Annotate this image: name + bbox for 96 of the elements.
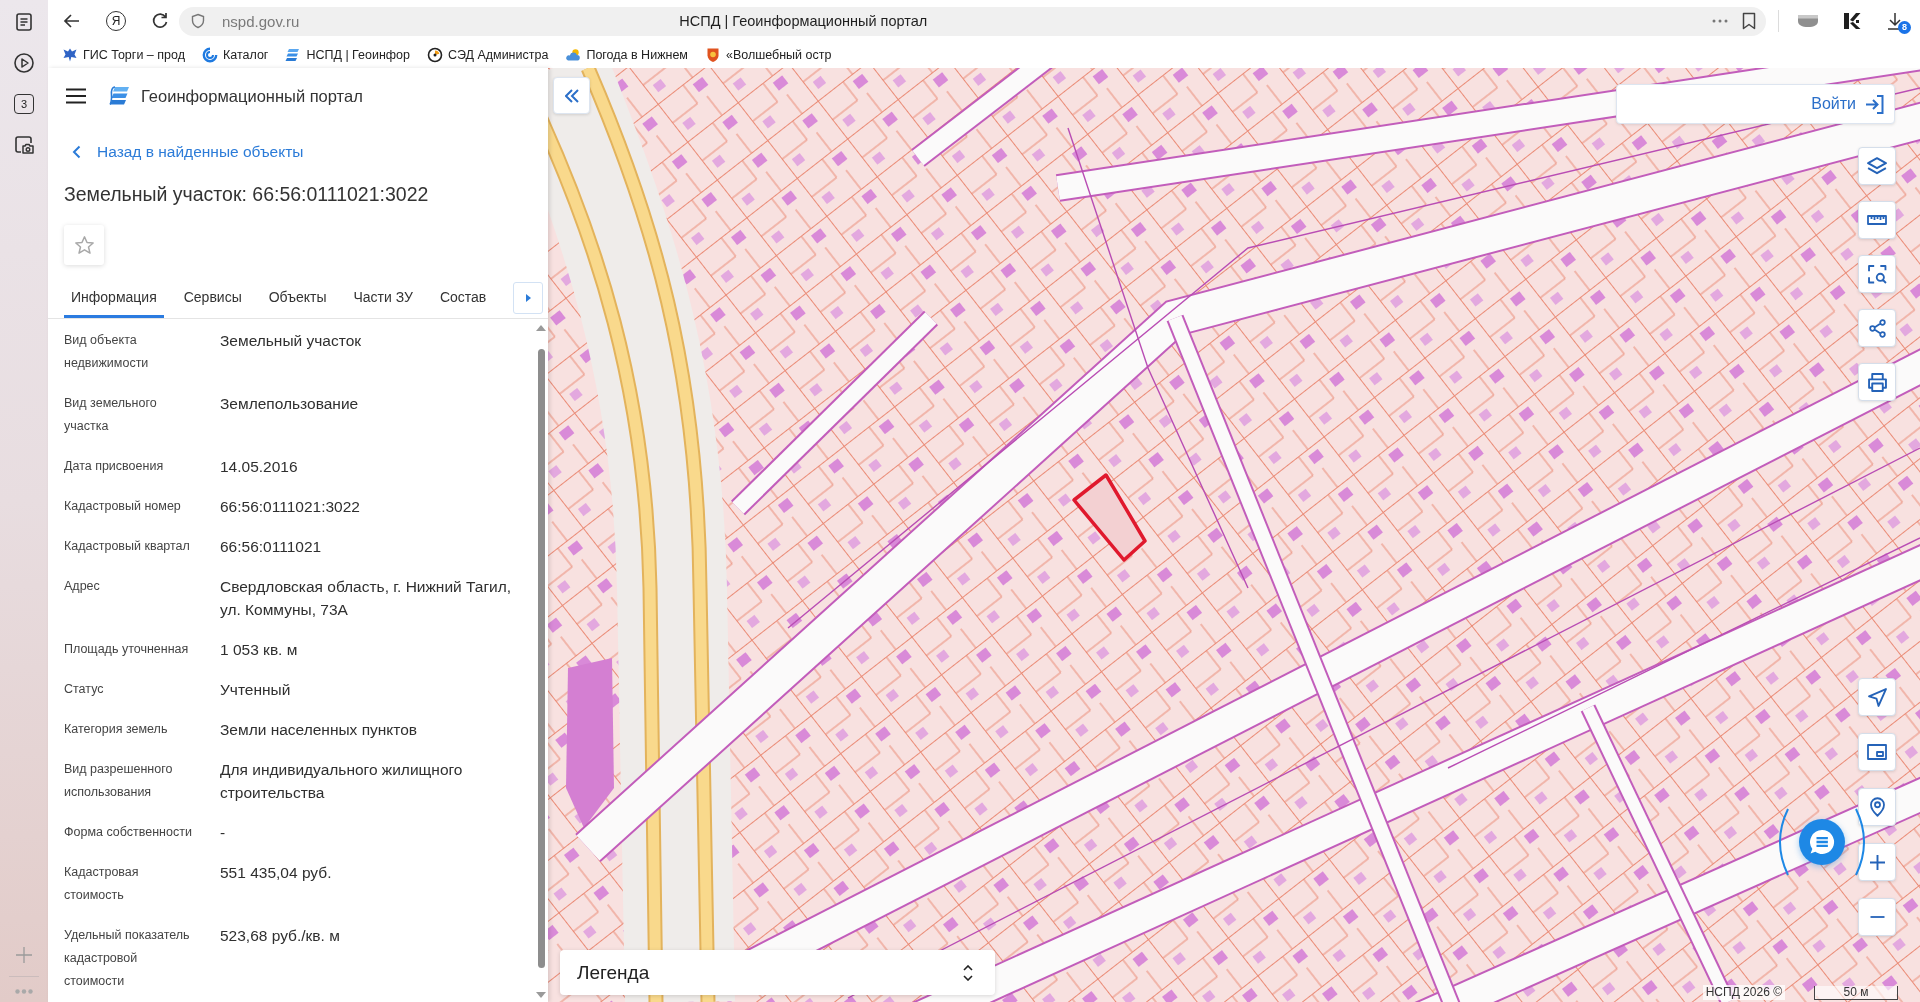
ruler-icon — [1867, 215, 1887, 225]
property-label: Адрес — [64, 578, 100, 595]
property-value: 1 053 кв. м — [220, 640, 298, 660]
area-search-button[interactable] — [1858, 255, 1896, 293]
property-value: 551 435,04 руб. — [220, 863, 332, 883]
property-label: Статус — [64, 681, 104, 698]
bookmark-link[interactable]: Погода в Нижнем — [565, 47, 688, 63]
scrollbar-thumb[interactable] — [537, 349, 545, 968]
print-button[interactable] — [1858, 363, 1896, 401]
property-label: Площадь уточненная — [64, 641, 189, 658]
layers-icon — [1867, 157, 1887, 175]
caret-right-icon — [525, 294, 531, 302]
tab[interactable]: Информация — [64, 278, 164, 318]
bookmark-link[interactable]: НСПД | Геоинфор — [285, 47, 410, 63]
navigation-button[interactable] — [1858, 678, 1896, 716]
bookmark-link[interactable]: «Волшебный остр — [704, 47, 832, 63]
layers-logo-icon — [109, 85, 131, 107]
area-search-icon — [1867, 264, 1887, 284]
back-link[interactable]: Назад в найденные объекты — [64, 141, 304, 163]
ring-icon — [201, 47, 218, 63]
object-heading: Земельный участок: 66:56:0111021:3022 — [64, 182, 429, 207]
downloads-badge: 8 — [1898, 21, 1911, 34]
double-chevron-left-icon — [564, 88, 579, 103]
property-label: Категория земель — [64, 721, 168, 738]
property-label: Кадастровый квартал — [64, 538, 190, 555]
chevron-left-icon — [72, 145, 81, 159]
pages-icon[interactable] — [13, 11, 35, 33]
property-label: Удельный показатель кадастровой стоимости — [64, 927, 191, 990]
layers-button[interactable] — [1858, 147, 1896, 185]
page-title: НСПД | Геоинформационный портал — [679, 13, 928, 29]
tab[interactable]: Сервисы — [176, 278, 249, 318]
navigation-arrow-icon — [1867, 687, 1887, 707]
tab-counter[interactable]: 3 — [14, 94, 34, 114]
reload-icon[interactable] — [150, 11, 170, 31]
minus-icon — [1869, 916, 1885, 918]
play-icon[interactable] — [13, 52, 35, 74]
app-title: Геоинформационный портал — [141, 86, 363, 106]
menu-icon[interactable] — [66, 88, 86, 104]
url-text: nspd.gov.ru — [222, 12, 300, 30]
property-value: 66:56:0111021:3022 — [220, 497, 360, 517]
property-value: 14.05.2016 — [220, 457, 298, 477]
camera-icon[interactable] — [13, 134, 35, 156]
location-pin-icon — [1869, 797, 1885, 817]
share-icon — [1868, 318, 1886, 338]
tab[interactable]: Части ЗУ — [346, 278, 420, 318]
bookmark-link[interactable]: Каталог — [201, 47, 269, 63]
property-label: Вид объекта недвижимости — [64, 332, 150, 372]
emblem-icon — [62, 47, 78, 63]
property-value: Свердловская область, г. Нижний Тагил, ул. Коммуны, 73А — [220, 577, 513, 620]
property-label: Кадастровая стоимость — [64, 864, 140, 904]
property-label: Вид разрешенного использования — [64, 761, 174, 801]
print-icon — [1867, 372, 1887, 392]
dial-icon — [427, 47, 443, 63]
property-value: Земельный участок — [220, 331, 362, 351]
bookmark-link[interactable]: СЭД Администра — [427, 47, 549, 63]
login-button[interactable]: Войти — [1616, 84, 1895, 124]
collapse-button[interactable] — [553, 77, 590, 114]
tab[interactable]: Объекты — [261, 278, 334, 318]
property-value: Землепользование — [220, 394, 359, 414]
bookmark-link[interactable]: ГИС Торги – прод — [62, 47, 185, 63]
legend-dropdown[interactable]: Легенда — [560, 950, 995, 995]
property-value: - — [220, 823, 226, 843]
chat-bubble-icon — [1809, 830, 1835, 854]
address-bar[interactable]: nspd.gov.ru НСПД | Геоинформационный портал — [179, 6, 1766, 36]
location-button[interactable] — [1858, 788, 1896, 826]
property-value: Для индивидуального жилищного строительства — [220, 760, 464, 803]
inset-map-button[interactable] — [1858, 733, 1896, 771]
zoom-in-button[interactable] — [1858, 843, 1896, 881]
property-value: Учтенный — [220, 680, 291, 700]
property-value: 523,68 руб./кв. м — [220, 926, 340, 946]
selected-parcel[interactable] — [1072, 473, 1147, 562]
property-label: Форма собственности — [64, 824, 192, 841]
scale-bar: 50 м — [1814, 986, 1898, 1000]
property-label: Кадастровый номер — [64, 498, 181, 515]
tray-icon[interactable] — [1797, 14, 1819, 28]
layers-logo-icon — [285, 47, 302, 63]
property-value: 66:56:0111021 — [220, 537, 322, 557]
tab[interactable]: Состав — [432, 278, 494, 318]
block-logo-icon[interactable] — [1842, 11, 1862, 31]
weather-icon — [565, 47, 582, 63]
pulse-arcs-icon — [1779, 807, 1865, 877]
plus-icon — [1869, 854, 1885, 870]
property-label: Дата присвоения — [64, 458, 164, 475]
share-button[interactable] — [1858, 309, 1896, 347]
shield-icon[interactable] — [190, 13, 206, 29]
property-value: Земли населенных пунктов — [220, 720, 418, 740]
bookmark-icon[interactable] — [1742, 12, 1756, 30]
ruler-button[interactable] — [1858, 201, 1896, 239]
more-icon[interactable] — [1712, 19, 1728, 23]
attribution-text: НСПД 2026 © — [1702, 985, 1785, 1000]
property-label: Вид земельного участка — [64, 395, 158, 435]
login-icon — [1865, 94, 1884, 114]
scroll-down-icon[interactable] — [536, 992, 546, 998]
up-down-chevron-icon — [963, 964, 973, 981]
scroll-up-icon[interactable] — [536, 325, 546, 331]
window-inset-icon — [1867, 744, 1887, 760]
